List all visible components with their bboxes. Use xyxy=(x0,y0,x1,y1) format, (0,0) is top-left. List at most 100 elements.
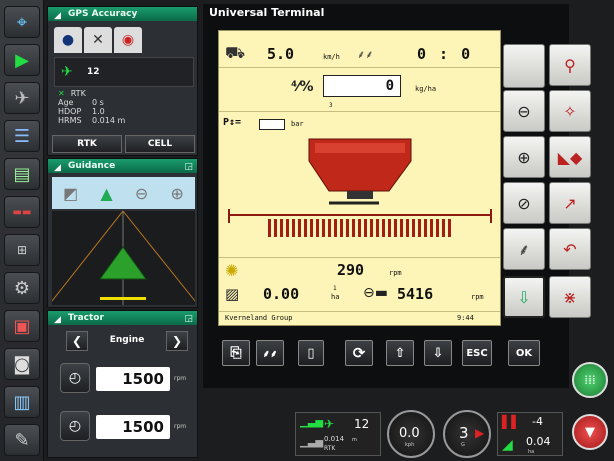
left-toolbar: ⌖ ▶ ✈ ☰ ▤ ▬▬ ⊞ ⚙ ▣ ◙ ▥ ✎ xyxy=(0,0,44,461)
tab-alert-icon[interactable]: ◉ xyxy=(114,27,142,53)
divider xyxy=(219,111,500,112)
guidance-view-svg xyxy=(52,211,195,305)
status-value-bottom: 0.04 xyxy=(526,435,551,448)
esc-button[interactable]: ESC xyxy=(462,340,492,366)
document-icon[interactable]: ▤ xyxy=(4,158,40,190)
terminal-icon[interactable]: ▣ xyxy=(4,310,40,342)
tab-satellite-icon[interactable]: ✕ xyxy=(84,27,112,53)
tractor-panel: ◢ Tractor ◲ ❮ Engine ❯ ◴ 1500 rpm ◴ 1500 r… xyxy=(47,310,198,458)
tractor-key-icon[interactable]: ⚲ xyxy=(549,44,591,86)
collapse-icon[interactable]: ◢ xyxy=(54,313,61,327)
pressure-unit: bar xyxy=(291,120,304,128)
rate-percent-icon: ⁴⁄% xyxy=(291,79,314,95)
rate-setpoint-input[interactable]: 0 xyxy=(323,75,401,97)
seed-key-icon[interactable]: ⸙ xyxy=(503,228,545,270)
collapse-icon[interactable]: ◢ xyxy=(54,161,61,175)
shaft-rpm-value: 5416 xyxy=(397,285,434,303)
shaft-icon: ⊖▬ xyxy=(363,285,388,301)
tramline-key-icon[interactable]: ⋇ xyxy=(549,276,591,318)
previous-arrow-button[interactable]: ❮ xyxy=(66,331,88,351)
blank-key[interactable] xyxy=(503,44,545,88)
status-value-bottom-unit: ha xyxy=(528,449,535,455)
alert-down-button-icon[interactable]: ▼ xyxy=(572,414,608,450)
pressure-input[interactable] xyxy=(259,119,285,130)
gear-arrow-icon: ▶ xyxy=(475,426,485,440)
width-key-icon[interactable]: ⊕ xyxy=(503,136,545,178)
cell-button[interactable]: CELL xyxy=(125,135,195,153)
view-3d-icon[interactable]: ◩ xyxy=(63,184,78,203)
section-bar-icon[interactable]: ▬▬ xyxy=(4,196,40,228)
gps-accuracy-panel: ◢ GPS Accuracy ● ✕ ◉ ✈ 12 ✕ RTK Age 0 s HDO… xyxy=(47,6,198,156)
calibrate-key-icon[interactable]: ⇩ xyxy=(503,276,545,318)
status-bar: ▁▃▅ ▁▃▅ ✈ 12 0.014 m RTK 0.0 kph 3 G ▶ ▌… xyxy=(295,410,567,460)
implement-work-screen: ⛟ 5.0 km/h ⸙⸙ 0 : 0 ⁴⁄% 0 kg/ha 3 P↕= ba… xyxy=(218,30,501,326)
zoom-out-icon[interactable]: ⊖ xyxy=(135,184,148,203)
gear-value: 3 xyxy=(459,424,469,442)
up-arrow-button-icon[interactable]: ⇧ xyxy=(386,340,414,366)
terminal-footer: Kverneland Group 9:44 xyxy=(219,311,500,325)
status-value-top: -4 xyxy=(532,415,543,428)
down-arrow-button-icon[interactable]: ⇩ xyxy=(424,340,452,366)
ok-button[interactable]: OK xyxy=(508,340,540,366)
gear-unit: G xyxy=(461,442,465,448)
implement-icon[interactable]: ⊞ xyxy=(4,234,40,266)
layers-icon[interactable]: ☰ xyxy=(4,120,40,152)
guidance-toolbar: ◩ ▲ ⊖ ⊕ xyxy=(52,177,195,209)
divider xyxy=(219,67,500,68)
expand-icon[interactable]: ◲ xyxy=(184,312,193,326)
camera-icon[interactable]: ◙ xyxy=(4,348,40,380)
rate-actual: 0 : 0 xyxy=(417,45,473,63)
status-accuracy: 0.014 xyxy=(324,435,345,443)
lift-key-icon[interactable]: ↗ xyxy=(549,182,591,224)
engine-gauge-icon-2[interactable]: ◴ xyxy=(60,411,90,441)
map-view-icon[interactable]: ▲ xyxy=(100,184,112,203)
minus-key-icon[interactable]: ⊖ xyxy=(503,90,545,132)
rate-bars-icon: ▌▌ xyxy=(502,415,521,429)
area-status-box[interactable]: ▌▌ -4 ◢ 0.04 ha xyxy=(497,412,563,456)
marker-key-icon[interactable]: ✧ xyxy=(549,90,591,132)
status-accuracy-unit: m xyxy=(352,437,357,443)
hopper-lid xyxy=(315,143,405,153)
gps-details: ✕ RTK Age 0 s HDOP 1.0 HRMS 0.014 m xyxy=(58,89,126,125)
tab-globe-icon[interactable]: ● xyxy=(54,27,82,53)
refresh-button-icon[interactable]: ⟳ xyxy=(345,340,373,366)
engine-gauge-icon[interactable]: ◴ xyxy=(60,363,90,393)
rpm-value-1: 1500 xyxy=(96,367,170,391)
disable-key-icon[interactable]: ⊘ xyxy=(503,182,545,224)
implement-bar xyxy=(100,297,146,300)
next-arrow-button[interactable]: ❯ xyxy=(166,331,188,351)
rpm-unit-2: rpm xyxy=(174,423,187,430)
home-icon[interactable]: ⌖ xyxy=(4,6,40,38)
settings-wrench-icon[interactable]: ✎ xyxy=(4,424,40,456)
curve-key-icon[interactable]: ↶ xyxy=(549,228,591,270)
rpm-value-2: 1500 xyxy=(96,415,170,439)
rpm-unit-1: rpm xyxy=(174,375,187,382)
satellite-status-icon: ✈ xyxy=(324,417,335,431)
zoom-in-icon[interactable]: ⊕ xyxy=(171,184,184,203)
guidance-map[interactable] xyxy=(52,211,195,305)
gps-panel-title: ◢ GPS Accuracy xyxy=(48,7,197,21)
tractor-selector-label: Engine xyxy=(109,335,145,345)
tractor-icon[interactable]: ⚙ xyxy=(4,272,40,304)
satellite-icon[interactable]: ✈ xyxy=(4,82,40,114)
swath-right-line xyxy=(122,211,195,302)
coulter-row xyxy=(267,219,453,237)
metering-unit xyxy=(347,191,373,199)
seed-counter-button-icon[interactable]: ⸙⸙ xyxy=(256,340,284,366)
expand-icon[interactable]: ◲ xyxy=(184,160,193,174)
gps-status-box[interactable]: ▁▃▅ ▁▃▅ ✈ 12 0.014 m RTK xyxy=(295,412,381,456)
signal-bars-icon-2: ▁▃▅ xyxy=(300,437,324,448)
section-key-icon[interactable]: ◣◆ xyxy=(549,136,591,178)
rtk-button[interactable]: RTK xyxy=(52,135,122,153)
satellite-count: 12 xyxy=(87,67,100,77)
exit-button-icon[interactable]: ⎘ xyxy=(222,340,250,366)
storage-icon[interactable]: ▥ xyxy=(4,386,40,418)
area-unit: ha xyxy=(331,293,340,301)
trash-button-icon[interactable]: ▯ xyxy=(298,340,324,366)
collapse-icon[interactable]: ◢ xyxy=(54,9,61,23)
auto-steer-button-icon[interactable]: ⁞⁞⁞ xyxy=(572,362,608,398)
swath-left-line xyxy=(52,211,124,302)
speed-gauge-value: 0.0 xyxy=(399,426,420,441)
guidance-arrow-icon[interactable]: ▶ xyxy=(4,44,40,76)
soft-key-panel: ⚲ ⊖ ✧ ⊕ ◣◆ ⊘ ↗ ⸙ ↶ ⇩ ⋇ xyxy=(503,44,597,324)
